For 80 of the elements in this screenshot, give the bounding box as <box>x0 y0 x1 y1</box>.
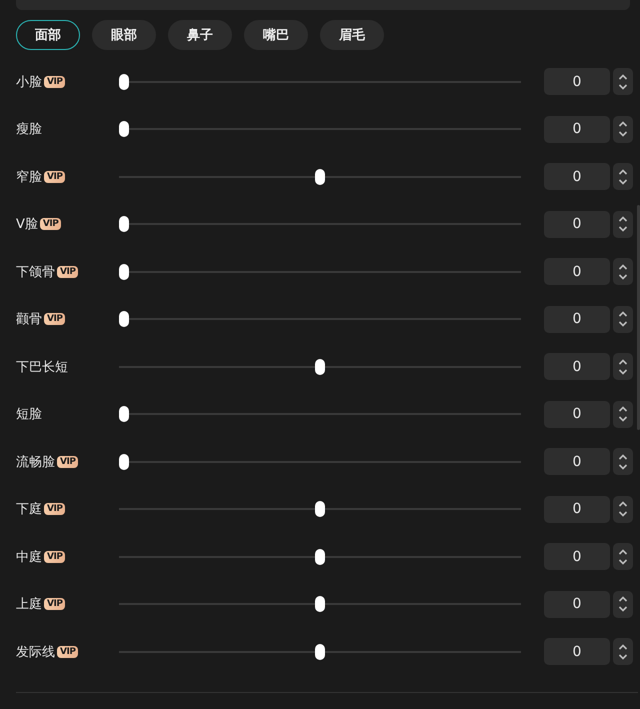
slider-thumb[interactable] <box>119 311 129 328</box>
stepper-button[interactable] <box>613 306 633 333</box>
slider-label: 流畅脸 <box>16 454 55 471</box>
slider-thumb[interactable] <box>119 454 129 470</box>
up-down-icon <box>618 215 628 234</box>
slider-thumb[interactable] <box>119 406 129 422</box>
slider-thumb[interactable] <box>119 216 129 232</box>
value-field[interactable]: 0 <box>544 163 610 190</box>
stepper-button[interactable] <box>613 590 633 618</box>
category-tab[interactable]: 眉毛 <box>320 20 384 50</box>
slider-label: 小脸 <box>16 74 42 91</box>
vip-badge: VIP <box>57 266 78 278</box>
category-tab[interactable]: 眼部 <box>92 20 156 50</box>
value-field[interactable]: 0 <box>544 590 610 618</box>
slider-label: 下颌骨 <box>16 264 55 281</box>
category-tab[interactable]: 面部 <box>16 20 80 50</box>
stepper-button[interactable] <box>613 496 633 523</box>
slider-thumb[interactable] <box>315 358 325 375</box>
stepper-button[interactable] <box>613 353 633 380</box>
up-down-icon <box>618 405 628 424</box>
up-down-icon <box>618 120 628 138</box>
value-field[interactable]: 0 <box>544 638 610 666</box>
value-field[interactable]: 0 <box>544 400 610 428</box>
category-tab[interactable]: 鼻子 <box>168 20 232 50</box>
value-field[interactable]: 0 <box>544 496 610 523</box>
up-down-icon <box>618 358 628 376</box>
vip-badge: VIP <box>44 170 66 183</box>
stepper-button[interactable] <box>613 116 633 143</box>
vip-badge: VIP <box>57 646 78 658</box>
slider-label: 中庭 <box>16 548 42 566</box>
slider-thumb[interactable] <box>119 74 129 90</box>
vip-badge: VIP <box>57 456 78 468</box>
up-down-icon <box>618 310 628 328</box>
up-down-icon <box>618 452 628 471</box>
slider-thumb[interactable] <box>315 548 325 565</box>
stepper-button[interactable] <box>613 258 633 286</box>
vip-badge: VIP <box>44 550 66 563</box>
slider-thumb[interactable] <box>315 644 325 660</box>
stepper-button[interactable] <box>613 163 633 190</box>
stepper-button[interactable] <box>613 543 633 570</box>
vip-badge: VIP <box>44 598 66 610</box>
value-field[interactable]: 0 <box>544 258 610 286</box>
value-field[interactable]: 0 <box>544 68 610 96</box>
vip-badge: VIP <box>44 313 66 326</box>
stepper-button[interactable] <box>613 638 633 666</box>
up-down-icon <box>618 72 628 91</box>
category-tab[interactable]: 嘴巴 <box>244 20 308 50</box>
slider-thumb[interactable] <box>315 596 325 612</box>
slider-label: 颧骨 <box>16 311 42 328</box>
stepper-button[interactable] <box>613 400 633 428</box>
up-down-icon <box>618 642 628 661</box>
slider-label: 下庭 <box>16 501 42 518</box>
up-down-icon <box>618 168 628 186</box>
vip-badge: VIP <box>44 503 66 516</box>
slider-label: 发际线 <box>16 644 55 661</box>
slider-label: V脸 <box>16 216 38 234</box>
slider-thumb[interactable] <box>315 168 325 185</box>
value-field[interactable]: 0 <box>544 210 610 238</box>
slider-label: 窄脸 <box>16 168 42 186</box>
slider-thumb[interactable] <box>315 501 325 518</box>
value-field[interactable]: 0 <box>544 543 610 570</box>
up-down-icon <box>618 595 628 614</box>
value-field[interactable]: 0 <box>544 353 610 380</box>
stepper-button[interactable] <box>613 68 633 96</box>
stepper-button[interactable] <box>613 448 633 476</box>
value-field[interactable]: 0 <box>544 116 610 143</box>
slider-thumb[interactable] <box>119 121 129 138</box>
stepper-button[interactable] <box>613 210 633 238</box>
value-field[interactable]: 0 <box>544 306 610 333</box>
slider-label: 下巴长短 <box>16 358 68 376</box>
slider-thumb[interactable] <box>119 264 129 280</box>
up-down-icon <box>618 548 628 566</box>
up-down-icon <box>618 500 628 518</box>
up-down-icon <box>618 262 628 281</box>
value-field[interactable]: 0 <box>544 448 610 476</box>
vip-badge: VIP <box>44 76 66 88</box>
slider-label: 短脸 <box>16 406 42 424</box>
slider-label: 瘦脸 <box>16 121 42 138</box>
slider-label: 上庭 <box>16 596 42 614</box>
vip-badge: VIP <box>40 218 62 230</box>
